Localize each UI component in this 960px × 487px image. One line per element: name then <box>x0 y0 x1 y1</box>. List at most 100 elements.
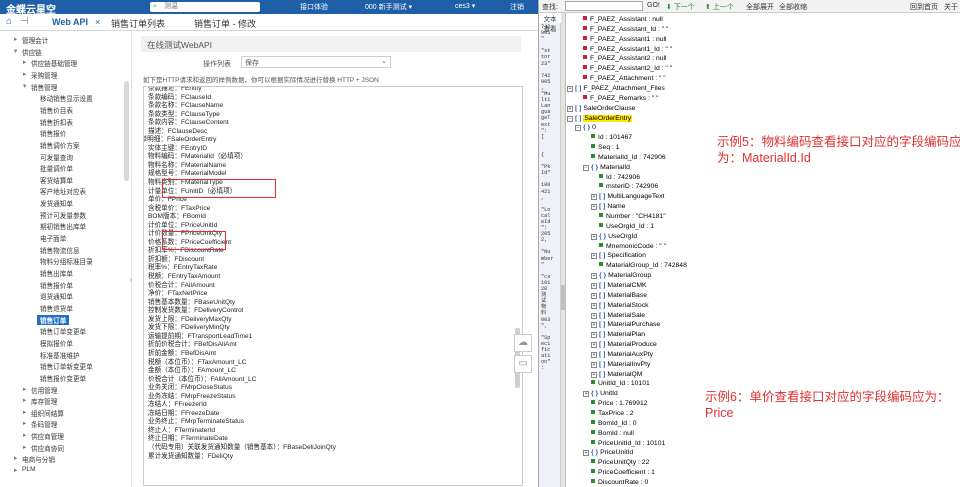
sidebar-item[interactable]: ▸ 采购管理 <box>23 70 57 80</box>
about-link[interactable]: 关于 <box>944 2 958 12</box>
expand-icon[interactable]: + <box>591 342 597 349</box>
expand-icon[interactable]: + <box>591 292 597 299</box>
sidebar-item[interactable]: 销售价目表 <box>40 105 73 115</box>
tree-node[interactable]: Price : 1.769912 <box>591 399 648 408</box>
raw-scrollbar-thumb[interactable] <box>561 285 566 310</box>
chevron-down-icon[interactable]: ▾ <box>23 82 26 90</box>
sidebar-item[interactable]: 物料分组标准目录 <box>40 256 93 266</box>
logout-link[interactable]: 注销 <box>510 2 524 12</box>
tree-node[interactable]: MaterialGroup_Id : 742848 <box>599 261 687 270</box>
account-switcher[interactable]: 000 新手测试 ▾ <box>365 2 412 12</box>
expand-icon[interactable]: + <box>591 273 597 280</box>
sidebar-item[interactable]: ▾ 供应链 <box>14 47 42 57</box>
expand-icon[interactable]: + <box>583 450 589 457</box>
tree-node[interactable]: PriceCoefficient : 1 <box>591 468 655 477</box>
sidebar-item[interactable]: 销售出库单 <box>40 268 73 278</box>
tree-node[interactable]: Id : 742906 <box>599 173 640 182</box>
expand-icon[interactable]: + <box>591 332 597 339</box>
tree-node[interactable]: +[ ] F_PAEZ_Attachment_Files <box>567 84 665 93</box>
sidebar-item[interactable]: 客户地址对应表 <box>40 186 86 196</box>
expand-icon[interactable]: + <box>591 312 597 319</box>
tab-web-api[interactable]: Web API <box>52 17 88 27</box>
tree-node[interactable]: Id : 101467 <box>591 133 632 142</box>
tree-node[interactable]: F_PAEZ_Assistant2 : null <box>583 54 667 63</box>
tree-node[interactable]: F_PAEZ_Assistant1 : null <box>583 35 667 44</box>
go-button[interactable]: GO! <box>647 2 660 9</box>
tree-node[interactable]: −{ } 0 <box>575 123 596 132</box>
tree-node[interactable]: +[ ] MaterialBase <box>591 291 647 300</box>
sidebar-scrollbar[interactable] <box>124 81 129 181</box>
home-link[interactable]: 回到首页 <box>910 2 938 12</box>
sidebar-item[interactable]: ▾ 销售管理 <box>23 82 57 92</box>
sidebar-item[interactable]: ▸ 库存管理 <box>23 396 57 406</box>
chevron-right-icon[interactable]: ▸ <box>23 431 26 439</box>
tree-node[interactable]: UseOrgId_Id : 1 <box>599 222 654 231</box>
sidebar-item[interactable]: 标准基准维护 <box>40 350 80 360</box>
sidebar-item[interactable]: 客货结算单 <box>40 175 73 185</box>
sidebar-item[interactable]: 销售物流信息 <box>40 245 80 255</box>
tree-node[interactable]: +[ ] Specification <box>591 251 646 260</box>
sidebar-item[interactable]: ▸ 供应链基础管理 <box>23 58 77 68</box>
tree-node[interactable]: +[ ] MaterialAuxPty <box>591 350 653 359</box>
sidebar-item[interactable]: 销售订单变更单 <box>40 326 86 336</box>
tree-node[interactable]: F_PAEZ_Assistant1_Id : " " <box>583 45 672 54</box>
collapse-sidebar-icon[interactable]: ‹ <box>130 277 132 284</box>
expand-icon[interactable]: + <box>567 105 573 112</box>
sidebar-item[interactable]: 销售调价方案 <box>40 140 80 150</box>
tree-node[interactable]: +[ ] MaterialProduce <box>591 340 657 349</box>
tab-sales-order-edit[interactable]: 销售订单 - 修改 <box>194 17 256 30</box>
collapse-icon[interactable]: − <box>575 125 581 132</box>
sidebar-item[interactable]: ▸ PLM <box>14 466 36 474</box>
tree-node[interactable]: +[ ] MaterialPlan <box>591 330 645 339</box>
expand-icon[interactable]: + <box>567 85 573 92</box>
tree-node[interactable]: MnemonicCode : " " <box>599 242 666 251</box>
tree-node[interactable]: F_PAEZ_Attachment : " " <box>583 74 666 83</box>
sidebar-item[interactable]: ▸ 供应商协同 <box>23 443 64 453</box>
tree-node[interactable]: −[ ] SaleOrderEntry <box>567 114 633 123</box>
chevron-right-icon[interactable]: ▸ <box>14 35 17 43</box>
sidebar-item[interactable]: ▸ 供应商管理 <box>23 431 64 441</box>
find-input[interactable] <box>565 1 643 11</box>
collapse-icon[interactable]: − <box>583 164 589 171</box>
sidebar-item[interactable]: 销售退货单 <box>40 303 73 313</box>
home-icon[interactable]: ⌂ <box>6 16 12 27</box>
tree-node[interactable]: BomId_Id : 0 <box>591 419 637 428</box>
sidebar-item[interactable]: 退货通知单 <box>40 291 73 301</box>
tree-node[interactable]: F_PAEZ_Assistant_Id : " " <box>583 25 668 34</box>
pane-splitter[interactable] <box>561 13 566 487</box>
chevron-right-icon[interactable]: ▸ <box>23 70 26 78</box>
global-search-input[interactable]: ⌕ 测温 <box>150 2 260 12</box>
tab-sales-order-list[interactable]: 销售订单列表 <box>111 17 165 30</box>
tree-node[interactable]: −{ } MaterialId <box>583 163 630 172</box>
expand-icon[interactable]: + <box>591 371 597 378</box>
tree-node[interactable]: +[ ] MaterialCMK <box>591 281 647 290</box>
chevron-right-icon[interactable]: ▸ <box>14 454 17 462</box>
tree-node[interactable]: Number : "CH4181" <box>599 212 666 221</box>
chat-icon[interactable]: ▭ <box>514 355 532 373</box>
sidebar-item[interactable]: 销售折扣表 <box>40 117 73 127</box>
operation-select[interactable]: 保存 ⌄ <box>241 56 391 68</box>
tree-node[interactable]: +[ ] SaleOrderClause <box>567 104 635 113</box>
tree-node[interactable]: +[ ] MaterialStock <box>591 301 649 310</box>
next-button[interactable]: ⬇ 下一个 <box>666 2 695 12</box>
tree-node[interactable]: +{ } PriceUnitId <box>583 448 633 457</box>
chevron-right-icon[interactable]: ▸ <box>23 419 26 427</box>
expand-icon[interactable]: + <box>591 253 597 260</box>
sidebar-item[interactable]: 销售订单 <box>37 314 70 325</box>
chevron-right-icon[interactable]: ▸ <box>14 466 17 474</box>
expand-icon[interactable]: + <box>591 322 597 329</box>
tree-node[interactable]: +[ ] MultiLanguageText <box>591 192 664 201</box>
tree-node[interactable]: PriceUnitQty : 22 <box>591 458 649 467</box>
sidebar-item[interactable]: 模拟报价单 <box>40 338 73 348</box>
chevron-right-icon[interactable]: ▸ <box>23 443 26 451</box>
tree-node[interactable]: +{ } UseOrgId <box>591 232 637 241</box>
sidebar-item[interactable]: 期初销售出库单 <box>40 221 86 231</box>
sidebar-item[interactable]: ▸ 信用管理 <box>23 385 57 395</box>
sidebar-item[interactable]: 批量调价单 <box>40 163 73 173</box>
sidebar-item[interactable]: ▸ 组织间结算 <box>23 408 64 418</box>
cloud-icon[interactable]: ☁ <box>514 334 532 352</box>
sidebar-item[interactable]: 可发量查询 <box>40 152 73 162</box>
collapse-icon[interactable]: − <box>567 115 573 122</box>
tree-node[interactable]: +[ ] MaterialQM <box>591 370 642 379</box>
expand-icon[interactable]: + <box>591 361 597 368</box>
